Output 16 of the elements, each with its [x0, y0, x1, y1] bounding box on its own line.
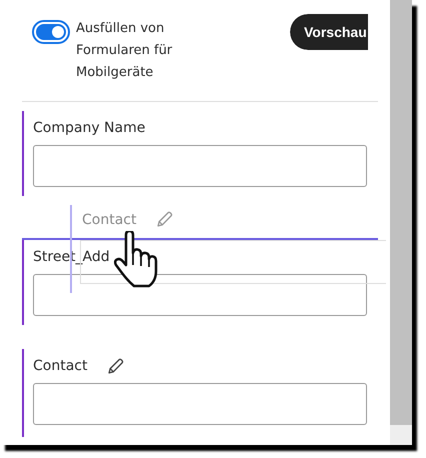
form-field[interactable]: Company Name — [22, 111, 367, 196]
hand-cursor-icon — [114, 231, 158, 289]
pencil-icon — [156, 211, 174, 228]
pencil-icon[interactable] — [107, 358, 124, 374]
dragged-field-label: Contact — [82, 212, 136, 228]
input-field[interactable] — [33, 383, 367, 425]
toggle-switch[interactable] — [34, 22, 68, 42]
form-field[interactable]: Contact — [22, 349, 367, 437]
input-field[interactable] — [33, 274, 367, 316]
field-label: Contact — [33, 358, 88, 374]
field-label: Street_Add — [33, 249, 110, 265]
scrollbar[interactable] — [390, 0, 412, 425]
input-field[interactable] — [33, 145, 367, 187]
field-label: Company Name — [33, 120, 146, 136]
toggle-label: Ausfüllen von Formularen für Mobilgeräte — [76, 20, 174, 82]
preview-button[interactable]: Vorschau — [290, 14, 368, 50]
